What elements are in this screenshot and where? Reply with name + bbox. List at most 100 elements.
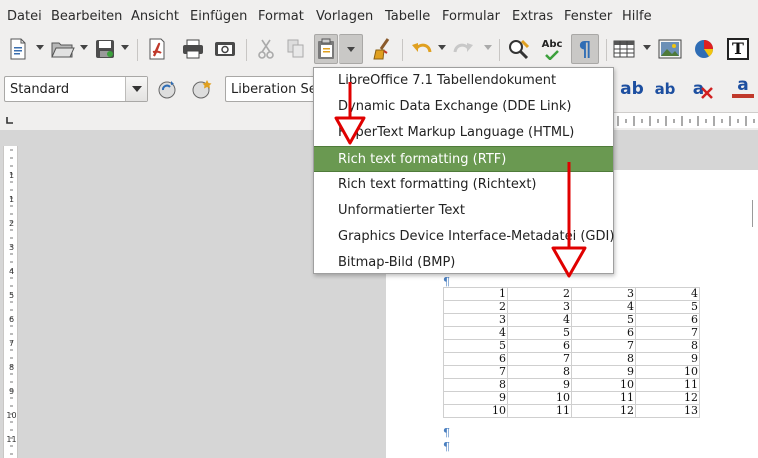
menu-datei[interactable]: Datei	[7, 9, 42, 24]
table-cell[interactable]: 8	[571, 352, 636, 366]
table-cell[interactable]: 7	[635, 326, 700, 340]
table-cell[interactable]: 4	[571, 300, 636, 314]
table-cell[interactable]: 3	[443, 313, 508, 327]
save-icon[interactable]	[93, 34, 117, 64]
table-cell[interactable]: 8	[507, 365, 572, 379]
table-cell[interactable]: 9	[571, 365, 636, 379]
table-cell[interactable]: 6	[635, 313, 700, 327]
table-icon[interactable]	[611, 34, 637, 64]
menu-extras[interactable]: Extras	[512, 9, 553, 24]
table-cell[interactable]: 11	[571, 391, 636, 405]
table-cell[interactable]: 12	[635, 391, 700, 405]
table-cell[interactable]: 10	[507, 391, 572, 405]
table-row[interactable]: 10 11 12 13	[443, 404, 700, 418]
textbox-icon[interactable]: T	[724, 34, 752, 64]
undo-dropdown-icon[interactable]	[438, 45, 446, 50]
fontwork-icon-1[interactable]: ab	[618, 74, 646, 104]
update-style-icon[interactable]	[154, 74, 182, 104]
menu-ansicht[interactable]: Ansicht	[131, 9, 179, 24]
find-replace-icon[interactable]	[505, 34, 533, 64]
table-cell[interactable]: 6	[443, 352, 508, 366]
table-row[interactable]: 9 10 11 12	[443, 391, 700, 405]
table-cell[interactable]: 2	[443, 300, 508, 314]
table-cell[interactable]: 4	[443, 326, 508, 340]
table-row[interactable]: 7 8 9 10	[443, 365, 700, 379]
table-cell[interactable]: 8	[635, 339, 700, 353]
menu-fenster[interactable]: Fenster	[564, 9, 612, 24]
table-cell[interactable]: 7	[507, 352, 572, 366]
table-cell[interactable]: 3	[571, 287, 636, 301]
paste-dropdown-button[interactable]	[339, 34, 363, 64]
table-row[interactable]: 3456	[443, 313, 700, 327]
copy-icon[interactable]	[284, 34, 308, 64]
table-cell[interactable]: 8	[443, 378, 508, 392]
redo-dropdown-icon[interactable]	[484, 45, 492, 50]
table-row[interactable]: 8 9 10 11	[443, 378, 700, 392]
fontwork-icon-2[interactable]: ab	[650, 74, 680, 104]
save-dropdown-icon[interactable]	[121, 45, 129, 50]
table-cell[interactable]: 6	[507, 339, 572, 353]
print-icon[interactable]	[180, 34, 206, 64]
table-row[interactable]: 5678	[443, 339, 700, 353]
table-cell[interactable]: 10	[443, 404, 508, 418]
paste-option-bmp[interactable]: Bitmap-Bild (BMP)	[314, 250, 613, 276]
table-cell[interactable]: 3	[507, 300, 572, 314]
menu-hilfe[interactable]: Hilfe	[622, 9, 652, 24]
menu-tabelle[interactable]: Tabelle	[385, 9, 430, 24]
paste-option-gdi[interactable]: Graphics Device Interface-Metadatei (GDI…	[314, 224, 614, 250]
new-style-icon[interactable]	[188, 74, 216, 104]
table-cell[interactable]: 7	[443, 365, 508, 379]
table-cell[interactable]: 11	[635, 378, 700, 392]
open-folder-icon[interactable]	[50, 34, 76, 64]
chevron-down-icon[interactable]	[125, 77, 147, 101]
export-pdf-icon[interactable]	[144, 34, 170, 64]
table-cell[interactable]: 1	[443, 287, 508, 301]
clone-formatting-icon[interactable]	[370, 34, 396, 64]
menu-format[interactable]: Format	[258, 9, 304, 24]
menu-einfuegen[interactable]: Einfügen	[190, 9, 247, 24]
paste-option-rtf[interactable]: Rich text formatting (RTF)	[314, 146, 613, 172]
table-cell[interactable]: 7	[571, 339, 636, 353]
clear-formatting-icon[interactable]: a	[688, 74, 718, 104]
paste-option-dde[interactable]: Dynamic Data Exchange (DDE Link)	[314, 94, 613, 120]
spellcheck-icon[interactable]: Abc	[538, 34, 566, 64]
data-table[interactable]: 1 2 3 4 2 3 4 5 3 4 5 6 4 5 6 7 5 6 7 8 6 7 8 9 7 8 9 10 8 9 10 11 9 10 11…	[443, 287, 700, 418]
paste-option-richtext[interactable]: Rich text formatting (Richtext)	[314, 172, 613, 198]
table-cell[interactable]: 9	[507, 378, 572, 392]
table-cell[interactable]: 4	[507, 313, 572, 327]
table-cell[interactable]: 4	[635, 287, 700, 301]
vertical-ruler[interactable]: 1123456789101112	[3, 146, 18, 458]
font-name-combo[interactable]: Liberation Serif	[225, 76, 330, 102]
formatting-marks-icon[interactable]: ¶	[571, 34, 599, 64]
cut-icon[interactable]	[254, 34, 278, 64]
table-cell[interactable]: 5	[507, 326, 572, 340]
horizontal-ruler[interactable]	[614, 112, 758, 128]
table-cell[interactable]: 12	[571, 404, 636, 418]
menu-bearbeiten[interactable]: Bearbeiten	[51, 9, 122, 24]
new-dropdown-icon[interactable]	[36, 45, 44, 50]
redo-icon[interactable]	[450, 34, 476, 64]
menu-vorlagen[interactable]: Vorlagen	[316, 9, 373, 24]
paragraph-style-combo[interactable]: Standard	[4, 76, 148, 102]
chart-icon[interactable]	[690, 34, 718, 64]
font-color-icon[interactable]: a	[728, 72, 758, 102]
table-cell[interactable]: 2	[507, 287, 572, 301]
paste-option-plain-text[interactable]: Unformatierter Text	[314, 198, 613, 224]
table-cell[interactable]: 10	[635, 365, 700, 379]
paste-icon[interactable]	[314, 34, 338, 64]
table-cell[interactable]: 13	[635, 404, 700, 418]
table-cell[interactable]: 5	[571, 313, 636, 327]
tab-stop-icon[interactable]	[6, 116, 14, 124]
table-cell[interactable]: 6	[571, 326, 636, 340]
new-document-icon[interactable]	[6, 34, 30, 64]
undo-icon[interactable]	[409, 34, 435, 64]
table-cell[interactable]: 5	[443, 339, 508, 353]
table-dropdown-icon[interactable]	[643, 45, 651, 50]
table-row[interactable]: 4567	[443, 326, 700, 340]
table-cell[interactable]: 10	[571, 378, 636, 392]
menu-formular[interactable]: Formular	[442, 9, 500, 24]
paste-option-html[interactable]: HyperText Markup Language (HTML)	[314, 120, 613, 146]
table-row[interactable]: 1234	[443, 287, 700, 301]
table-cell[interactable]: 9	[443, 391, 508, 405]
open-dropdown-icon[interactable]	[80, 45, 88, 50]
